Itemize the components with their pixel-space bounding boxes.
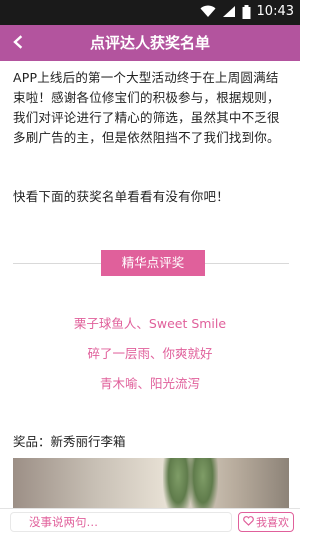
comment-input[interactable]: 没事说两句… xyxy=(10,512,232,532)
status-icons: 10:43 xyxy=(200,4,294,19)
app-bar: 点评达人获奖名单 xyxy=(0,25,300,61)
wifi-icon xyxy=(200,5,216,18)
heart-outline-icon xyxy=(243,515,254,529)
plant-decoration xyxy=(188,458,218,508)
prize-text: 奖品：新秀丽行李箱 xyxy=(13,434,126,449)
like-button[interactable]: 我喜欢 xyxy=(238,512,294,532)
clock-time: 10:43 xyxy=(256,4,294,19)
signal-icon xyxy=(222,5,236,18)
intro-paragraph: APP上线后的第一个大型活动终于在上周圆满结束啦！感谢各位修宝们的积极参与，根据… xyxy=(13,70,280,145)
winner-line: 碎了一层雨、你爽就好 xyxy=(87,346,213,361)
article-content[interactable]: APP上线后的第一个大型活动终于在上周圆满结束啦！感谢各位修宝们的积极参与，根据… xyxy=(0,61,300,508)
call-to-action-text: 快看下面的获奖名单看看有没有你吧！ xyxy=(13,189,229,204)
page-title: 点评达人获奖名单 xyxy=(89,34,210,52)
winner-line: 青木喻、阳光流泻 xyxy=(99,376,200,391)
award-category-tag: 精华点评奖 xyxy=(101,250,205,276)
status-bar: 10:43 xyxy=(0,0,300,25)
battery-icon xyxy=(242,4,251,19)
prize-photo xyxy=(13,458,289,508)
bottom-bar: 没事说两句… 我喜欢 xyxy=(0,508,300,534)
like-label: 我喜欢 xyxy=(256,516,289,529)
winner-line: 栗子球鱼人、Sweet Smile xyxy=(73,316,227,331)
